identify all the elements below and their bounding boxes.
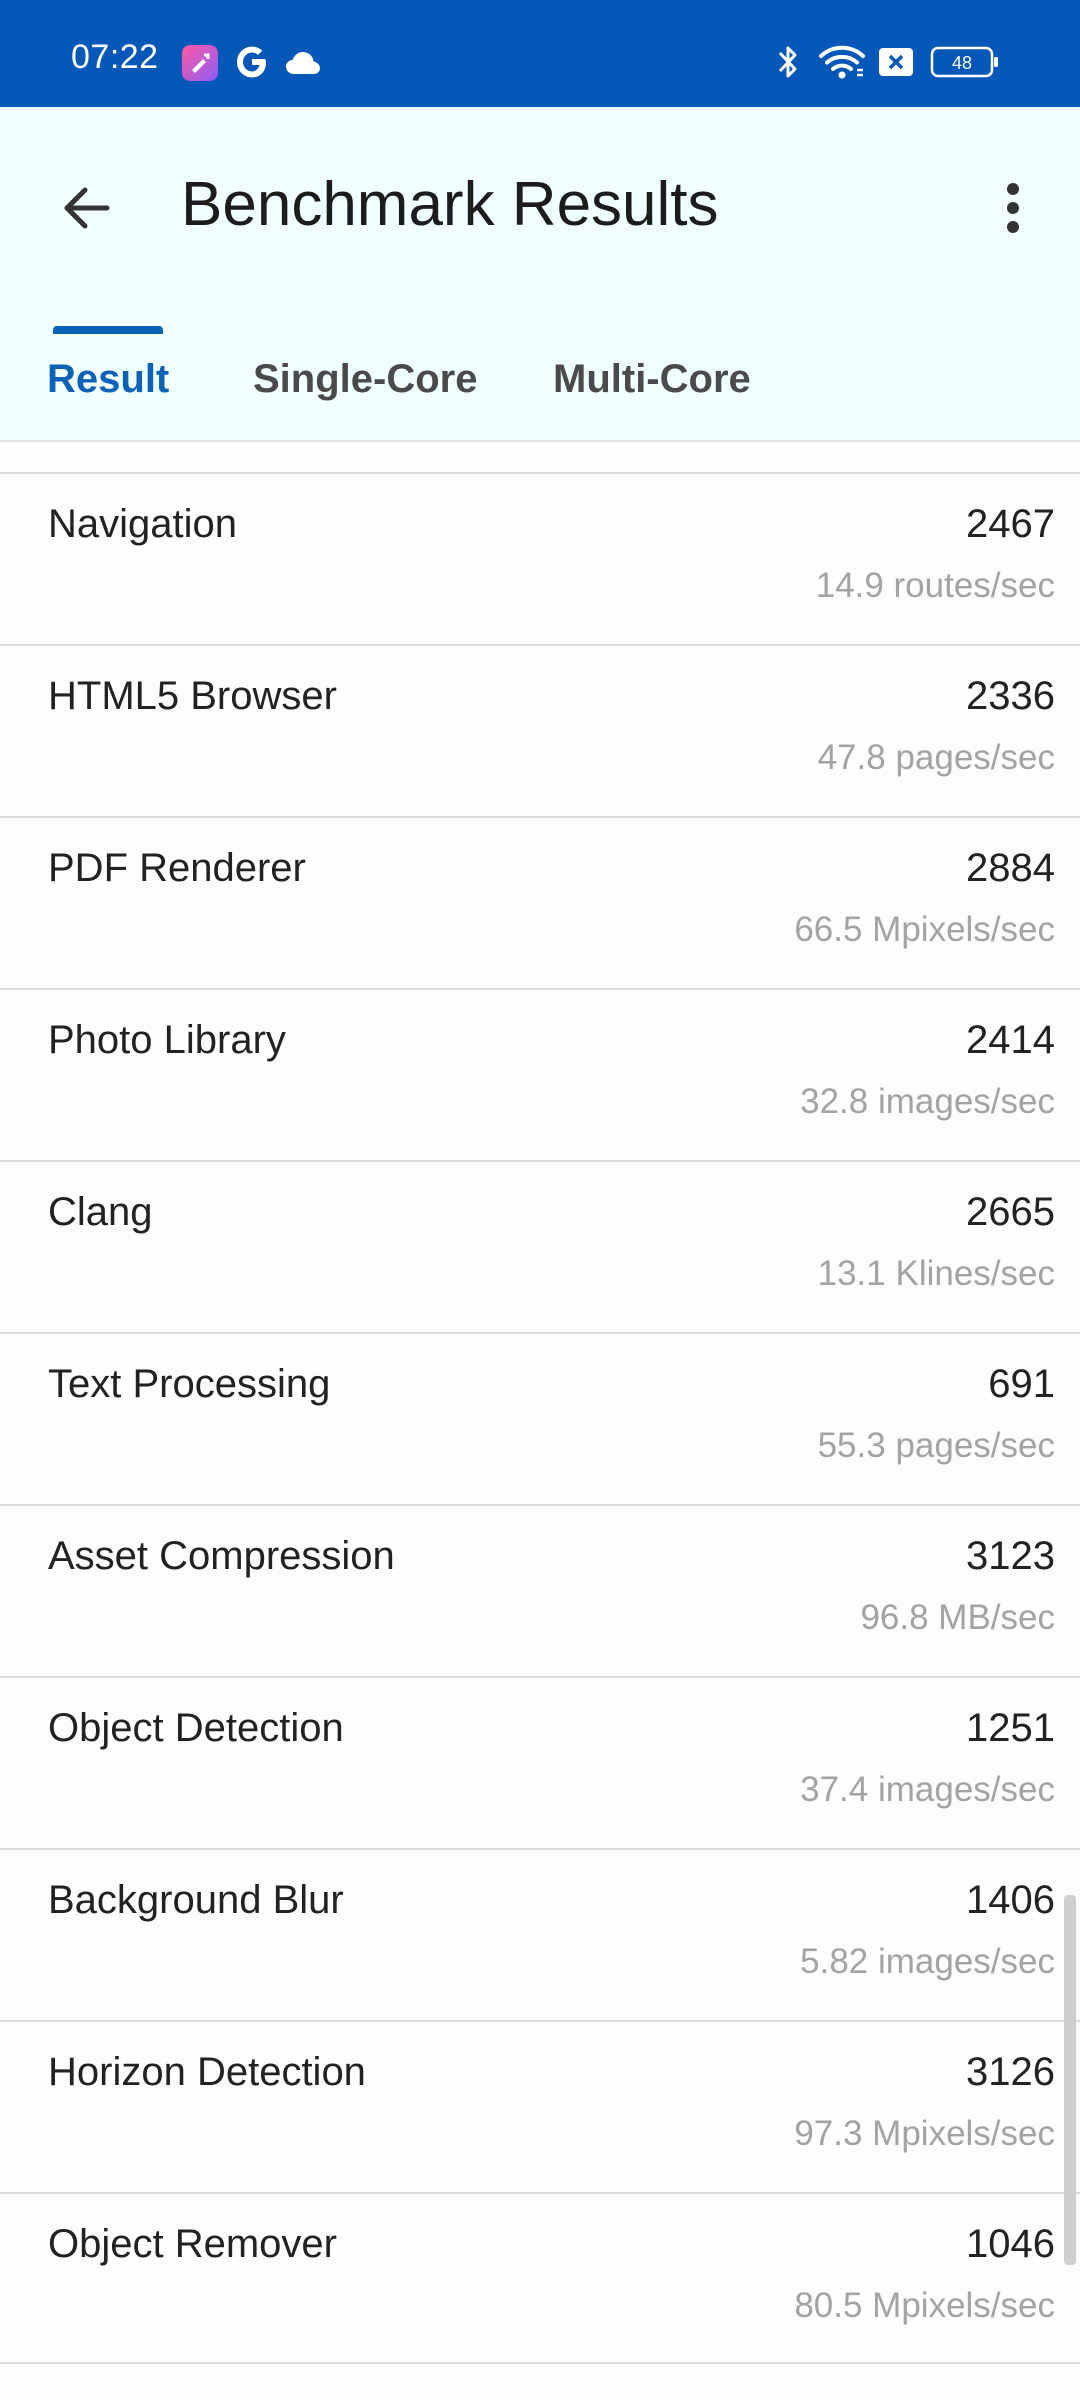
list-item[interactable]: PDF Renderer 2884 66.5 Mpixels/sec bbox=[0, 816, 1080, 988]
benchmark-score: 3123 bbox=[966, 1534, 1055, 1578]
tab-single-core[interactable]: Single-Core bbox=[253, 323, 477, 440]
app-bar: Benchmark Results Result Single-Core Mul… bbox=[0, 107, 1080, 440]
benchmark-rate: 37.4 images/sec bbox=[800, 1770, 1055, 1809]
benchmark-name: Object Remover bbox=[48, 2222, 337, 2266]
list-item[interactable]: Text Processing 691 55.3 pages/sec bbox=[0, 1332, 1080, 1504]
battery-icon: 48 bbox=[930, 46, 1000, 83]
benchmark-rate: 55.3 pages/sec bbox=[817, 1426, 1055, 1465]
more-vert-icon bbox=[1005, 180, 1021, 241]
scrollbar[interactable] bbox=[1064, 1895, 1076, 2265]
benchmark-name: HTML5 Browser bbox=[48, 674, 337, 718]
benchmark-name: PDF Renderer bbox=[48, 846, 306, 890]
google-icon bbox=[235, 44, 269, 85]
benchmark-name: Horizon Detection bbox=[48, 2050, 366, 2094]
status-bar: 07:22 48 bbox=[0, 0, 1080, 107]
tab-bar: Result Single-Core Multi-Core bbox=[0, 323, 1080, 440]
bluetooth-icon bbox=[775, 42, 801, 87]
divider bbox=[0, 440, 1080, 442]
arrow-back-icon bbox=[57, 180, 113, 241]
benchmark-rate: 96.8 MB/sec bbox=[860, 1598, 1055, 1637]
benchmark-name: Clang bbox=[48, 1190, 153, 1234]
benchmark-score: 691 bbox=[988, 1362, 1055, 1406]
list-item[interactable]: Navigation 2467 14.9 routes/sec bbox=[0, 472, 1080, 644]
benchmark-score: 2467 bbox=[966, 502, 1055, 546]
benchmark-rate: 5.82 images/sec bbox=[800, 1942, 1055, 1981]
wifi-icon bbox=[818, 44, 866, 85]
benchmark-name: Asset Compression bbox=[48, 1534, 395, 1578]
page-title: Benchmark Results bbox=[181, 170, 719, 239]
benchmark-name: Photo Library bbox=[48, 1018, 286, 1062]
benchmark-name: Text Processing bbox=[48, 1362, 331, 1406]
benchmark-score: 3126 bbox=[966, 2050, 1055, 2094]
back-button[interactable] bbox=[40, 165, 130, 255]
battery-level: 48 bbox=[952, 53, 972, 73]
benchmark-score: 1046 bbox=[966, 2222, 1055, 2266]
benchmark-score: 1406 bbox=[966, 1878, 1055, 1922]
benchmark-score: 2414 bbox=[966, 1018, 1055, 1062]
benchmark-rate: 66.5 Mpixels/sec bbox=[794, 910, 1055, 949]
benchmark-name: Object Detection bbox=[48, 1706, 344, 1750]
results-list[interactable]: Navigation 2467 14.9 routes/sec HTML5 Br… bbox=[0, 472, 1080, 2364]
benchmark-name: Navigation bbox=[48, 502, 238, 546]
status-right-icons: 48 bbox=[770, 42, 1010, 82]
benchmark-score: 2884 bbox=[966, 846, 1055, 890]
benchmark-score: 2665 bbox=[966, 1190, 1055, 1234]
benchmark-rate: 80.5 Mpixels/sec bbox=[794, 2286, 1055, 2325]
status-time: 07:22 bbox=[71, 38, 159, 76]
list-item[interactable]: Clang 2665 13.1 Klines/sec bbox=[0, 1160, 1080, 1332]
benchmark-name: Background Blur bbox=[48, 1878, 344, 1922]
list-item[interactable]: Object Remover 1046 80.5 Mpixels/sec bbox=[0, 2192, 1080, 2364]
benchmark-rate: 97.3 Mpixels/sec bbox=[794, 2114, 1055, 2153]
active-tab-indicator bbox=[53, 326, 163, 334]
app-notification-icon bbox=[181, 44, 219, 87]
more-options-button[interactable] bbox=[968, 165, 1058, 255]
list-item[interactable]: HTML5 Browser 2336 47.8 pages/sec bbox=[0, 644, 1080, 816]
list-item[interactable]: Background Blur 1406 5.82 images/sec bbox=[0, 1848, 1080, 2020]
list-item[interactable]: Object Detection 1251 37.4 images/sec bbox=[0, 1676, 1080, 1848]
benchmark-rate: 13.1 Klines/sec bbox=[817, 1254, 1055, 1293]
benchmark-score: 1251 bbox=[966, 1706, 1055, 1750]
benchmark-rate: 32.8 images/sec bbox=[800, 1082, 1055, 1121]
cloud-icon bbox=[285, 50, 321, 81]
benchmark-rate: 14.9 routes/sec bbox=[815, 566, 1055, 605]
tab-result[interactable]: Result bbox=[47, 323, 169, 440]
list-item[interactable]: Asset Compression 3123 96.8 MB/sec bbox=[0, 1504, 1080, 1676]
list-item[interactable]: Horizon Detection 3126 97.3 Mpixels/sec bbox=[0, 2020, 1080, 2192]
benchmark-rate: 47.8 pages/sec bbox=[817, 738, 1055, 777]
list-item[interactable]: Photo Library 2414 32.8 images/sec bbox=[0, 988, 1080, 1160]
benchmark-score: 2336 bbox=[966, 674, 1055, 718]
tab-multi-core[interactable]: Multi-Core bbox=[553, 323, 751, 440]
sim-off-icon bbox=[878, 47, 914, 82]
